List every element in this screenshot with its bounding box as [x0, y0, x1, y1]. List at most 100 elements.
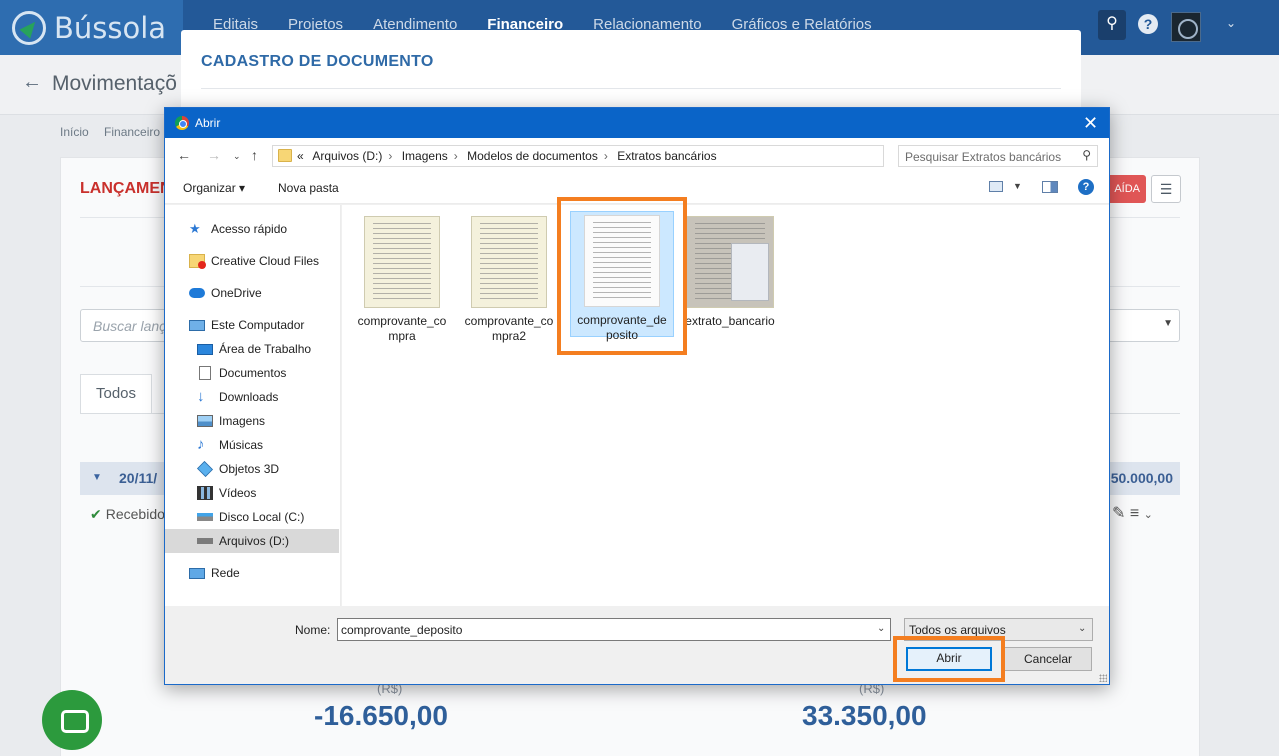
file-item[interactable]: comprovante_compra2	[457, 213, 561, 343]
breadcrumb-inicio[interactable]: Início	[60, 125, 89, 139]
up-arrow-icon[interactable]: ↑	[251, 147, 258, 163]
nav-creative-cloud[interactable]: Creative Cloud Files	[189, 249, 319, 273]
nav-pictures[interactable]: Imagens	[197, 409, 265, 433]
address-bar[interactable]: « Arquivos (D:) › Imagens › Modelos de doc…	[272, 145, 984, 167]
organize-menu[interactable]: Organizar ▾	[183, 181, 245, 195]
dialog-title: Abrir	[195, 116, 221, 130]
avatar[interactable]	[1171, 12, 1201, 42]
resize-grip[interactable]	[1099, 674, 1107, 682]
filename-input[interactable]: comprovante_deposito	[337, 618, 891, 641]
nav-music[interactable]: ♪ Músicas	[197, 433, 263, 457]
forward-arrow-icon[interactable]: →	[207, 147, 221, 163]
page-title: Movimentaçõ	[52, 72, 177, 95]
section-title: LANÇAMEN	[80, 180, 172, 197]
address-segment-extratos[interactable]: Extratos bancários	[617, 149, 716, 163]
app-logo[interactable]: Bússola	[0, 0, 183, 55]
new-expense-button[interactable]: AÍDA	[1104, 175, 1146, 203]
receipt-thumbnail	[471, 216, 547, 308]
folder-search-input[interactable]: Pesquisar Extratos bancários ⚲	[898, 145, 1098, 167]
dialog-titlebar[interactable]: Abrir ✕	[165, 108, 1109, 138]
file-open-dialog: Abrir ✕ ← → ⌄ ↑ « Arquivos (D:) › Imagens…	[164, 107, 1110, 685]
back-arrow-icon[interactable]: ←	[22, 71, 42, 94]
nav-onedrive[interactable]: OneDrive	[189, 281, 262, 305]
logo-text: Bússola	[54, 10, 167, 45]
breadcrumb: Início Financeiro	[60, 125, 160, 139]
documents-icon	[199, 366, 211, 380]
group-total: 50.000,00	[1110, 470, 1173, 486]
address-segment-imagens[interactable]: Imagens	[402, 149, 448, 163]
file-name: comprovante_deposito	[577, 313, 667, 342]
desktop-icon	[197, 343, 213, 355]
search-icon[interactable]: ⚲	[1098, 10, 1126, 40]
nav-drive-d[interactable]: Arquivos (D:)	[165, 529, 339, 553]
chrome-icon	[175, 116, 189, 130]
address-segment-drive[interactable]: Arquivos (D:)	[312, 149, 382, 163]
chevron-down-icon[interactable]: ⌄	[1226, 16, 1236, 30]
file-name: comprovante_compra	[357, 314, 447, 343]
balance-value-right: 33.350,00	[802, 700, 927, 731]
caret-down-icon[interactable]: ▼	[92, 472, 102, 483]
address-overflow[interactable]: «	[297, 149, 304, 163]
address-segment-modelos[interactable]: Modelos de documentos	[467, 149, 598, 163]
nav-3d-objects[interactable]: Objetos 3D	[197, 457, 279, 481]
dialog-toolbar: Organizar ▾ Nova pasta ▼ ?	[165, 172, 1109, 204]
divider	[201, 88, 1061, 89]
folder-icon	[278, 149, 292, 162]
chevron-down-icon[interactable]: ⌄	[877, 623, 885, 634]
download-icon: ↓	[197, 388, 205, 405]
new-folder-button[interactable]: Nova pasta	[278, 181, 339, 195]
chevron-down-icon[interactable]: ▼	[1013, 181, 1022, 191]
drive-icon	[197, 513, 213, 521]
file-item[interactable]: extrato_bancario	[678, 213, 782, 339]
cadastro-modal: CADASTRO DE DOCUMENTO	[181, 30, 1081, 110]
nav-quick-access[interactable]: ★ Acesso rápido	[189, 217, 287, 241]
menu-icon[interactable]: ≡	[1130, 505, 1139, 522]
file-item-selected[interactable]: comprovante_deposito	[570, 211, 674, 342]
computer-icon	[189, 319, 205, 331]
status-text: Recebido	[105, 506, 165, 522]
file-list: comprovante_compra comprovante_compra2 c…	[342, 205, 1109, 606]
nav-desktop[interactable]: Área de Trabalho	[197, 337, 311, 361]
nav-local-disk-c[interactable]: Disco Local (C:)	[197, 505, 304, 529]
preview-pane-icon[interactable]	[1042, 181, 1058, 193]
receipt-thumbnail	[364, 216, 440, 308]
cube-icon	[197, 461, 213, 477]
compass-icon	[12, 10, 46, 45]
help-icon[interactable]: ?	[1138, 14, 1158, 34]
help-icon[interactable]: ?	[1078, 179, 1094, 195]
back-arrow-icon[interactable]: ←	[177, 147, 191, 163]
nav-network[interactable]: Rede	[189, 561, 240, 585]
pencil-icon[interactable]: ✎	[1112, 505, 1125, 522]
tab-todos[interactable]: Todos	[80, 374, 152, 414]
nav-videos[interactable]: Vídeos	[197, 481, 256, 505]
cloud-icon	[189, 288, 205, 298]
database-icon[interactable]: ☰	[1151, 175, 1181, 203]
filename-label: Nome:	[295, 623, 331, 637]
star-icon: ★	[189, 221, 201, 236]
search-placeholder: Buscar lanç	[93, 318, 167, 334]
chevron-down-icon[interactable]: ⌄	[1144, 509, 1153, 521]
group-date: 20/11/	[119, 470, 158, 486]
view-options-icon[interactable]	[989, 181, 1003, 192]
breadcrumb-financeiro[interactable]: Financeiro	[104, 125, 160, 139]
filetype-select[interactable]: Todos os arquivos	[904, 618, 1093, 641]
recent-locations-chevron-icon[interactable]: ⌄	[233, 151, 241, 162]
statement-photo-thumbnail	[686, 216, 774, 308]
chevron-down-icon[interactable]: ⌄	[1078, 623, 1086, 634]
cancel-button[interactable]: Cancelar	[1004, 647, 1092, 671]
search-icon: ⚲	[1082, 148, 1091, 162]
nav-documents[interactable]: Documentos	[197, 361, 286, 385]
address-row: ← → ⌄ ↑ « Arquivos (D:) › Imagens › Modelo…	[165, 138, 1109, 172]
nav-this-pc[interactable]: Este Computador	[189, 313, 304, 337]
modal-title: CADASTRO DE DOCUMENTO	[201, 53, 434, 70]
drive-icon	[197, 538, 213, 544]
file-name: extrato_bancario	[685, 314, 775, 328]
nav-downloads[interactable]: ↓ Downloads	[197, 385, 278, 409]
file-item[interactable]: comprovante_compra	[350, 213, 454, 343]
check-icon: ✔	[90, 506, 102, 522]
open-button[interactable]: Abrir	[906, 647, 992, 671]
close-icon[interactable]: ✕	[1083, 113, 1098, 134]
address-path: « Arquivos (D:) › Imagens › Modelos de doc…	[297, 149, 717, 163]
chat-icon[interactable]	[42, 690, 102, 750]
balance-value-left: -16.650,00	[314, 700, 448, 731]
